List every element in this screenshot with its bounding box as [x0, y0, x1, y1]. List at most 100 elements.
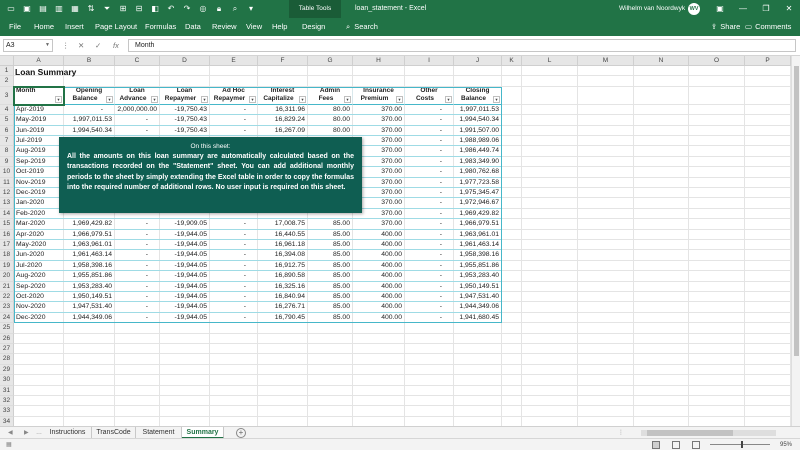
freeze-icon[interactable]: ⊞ [118, 3, 128, 14]
table-cell[interactable]: - [405, 209, 454, 219]
table-cell[interactable]: - [405, 313, 454, 323]
table-cell[interactable]: - [210, 261, 258, 271]
table-cell[interactable]: Dec-2020 [14, 313, 64, 323]
table-header-cell[interactable]: Other Costs ▾ [405, 86, 454, 105]
table-cell[interactable]: May-2019 [14, 115, 64, 125]
table-cell[interactable]: 400.00 [353, 230, 405, 240]
column-header-a[interactable]: A [14, 56, 64, 66]
table-cell[interactable]: 16,890.58 [258, 271, 308, 281]
zoom-level[interactable]: 95% [780, 439, 792, 450]
tab-data[interactable]: Data [185, 18, 201, 36]
table-cell[interactable]: - [405, 146, 454, 156]
chevron-down-icon[interactable]: ▼ [45, 40, 50, 51]
table-cell[interactable]: 1,947,531.40 [64, 302, 115, 312]
table-cell[interactable]: - [210, 302, 258, 312]
row-header-5[interactable]: 5 [0, 115, 14, 126]
table-cell[interactable]: - [64, 105, 115, 115]
sheet-title[interactable]: Loan Summary [15, 67, 76, 77]
row-header-1[interactable]: 1 [0, 66, 14, 77]
table-cell[interactable]: 85.00 [308, 261, 353, 271]
ribbon-display-icon[interactable]: ▣ [710, 0, 730, 18]
table-cell[interactable]: 1,955,851.86 [64, 271, 115, 281]
row-header-22[interactable]: 22 [0, 292, 14, 303]
table-cell[interactable]: 85.00 [308, 271, 353, 281]
filter-dropdown-icon[interactable]: ▾ [249, 95, 256, 103]
table-cell[interactable]: 85.00 [308, 219, 353, 229]
format-icon[interactable]: ◧ [150, 3, 160, 14]
tab-file[interactable]: File [9, 18, 21, 36]
page-break-view-icon[interactable] [692, 441, 700, 449]
table-cell[interactable]: 1,953,283.40 [64, 282, 115, 292]
row-header-10[interactable]: 10 [0, 167, 14, 178]
table-cell[interactable]: 16,276.71 [258, 302, 308, 312]
table-header-cell[interactable]: Admin Fees ▾ [308, 86, 353, 105]
table-cell[interactable]: - [405, 292, 454, 302]
column-header-m[interactable]: M [578, 56, 634, 66]
row-header-21[interactable]: 21 [0, 281, 14, 292]
minimize-icon[interactable]: — [733, 0, 753, 18]
table-cell[interactable]: 16,961.18 [258, 240, 308, 250]
column-header-b[interactable]: B [64, 56, 115, 66]
table-cell[interactable]: -19,944.05 [160, 292, 210, 302]
column-header-g[interactable]: G [308, 56, 353, 66]
table-cell[interactable]: 16,790.45 [258, 313, 308, 323]
table-cell[interactable]: Feb-2020 [14, 209, 64, 219]
column-header-l[interactable]: L [522, 56, 578, 66]
zoom-icon[interactable]: ⌕ [230, 3, 240, 14]
table-cell[interactable]: - [405, 240, 454, 250]
search-box[interactable]: ⌕ Search [346, 18, 378, 36]
table-cell[interactable]: Jun-2019 [14, 126, 64, 136]
row-header-14[interactable]: 14 [0, 208, 14, 220]
row-header-11[interactable]: 11 [0, 177, 14, 188]
table-cell[interactable]: 16,267.09 [258, 126, 308, 136]
table-cell[interactable]: 370.00 [353, 105, 405, 115]
save-icon[interactable]: ▣ [22, 3, 32, 14]
table-cell[interactable]: - [115, 219, 160, 229]
table-cell[interactable]: 1,950,149.51 [64, 292, 115, 302]
table-cell[interactable]: 370.00 [353, 115, 405, 125]
row-header-19[interactable]: 19 [0, 260, 14, 272]
table-cell[interactable]: - [210, 313, 258, 323]
filter-dropdown-icon[interactable]: ▾ [445, 95, 452, 103]
row-header-9[interactable]: 9 [0, 156, 14, 168]
table-cell[interactable]: - [405, 271, 454, 281]
table-header-cell[interactable]: Opening Balance ▾ [64, 86, 115, 105]
table-cell[interactable]: 1,950,149.51 [454, 282, 502, 292]
tab-help[interactable]: Help [272, 18, 287, 36]
row-header-26[interactable]: 26 [0, 333, 14, 344]
table-cell[interactable]: -19,750.43 [160, 115, 210, 125]
avatar[interactable]: WV [688, 3, 700, 15]
table-cell[interactable]: - [210, 105, 258, 115]
table-cell[interactable]: 1,941,680.45 [454, 313, 502, 323]
table-cell[interactable]: -19,750.43 [160, 105, 210, 115]
table-cell[interactable]: - [115, 230, 160, 240]
print-icon[interactable]: ▥ [54, 3, 64, 14]
tab-design[interactable]: Design [302, 18, 325, 36]
table-cell[interactable]: 400.00 [353, 261, 405, 271]
table-cell[interactable]: 1,944,349.06 [64, 313, 115, 323]
redo-icon[interactable]: ↷ [182, 3, 192, 14]
table-cell[interactable]: -19,944.05 [160, 230, 210, 240]
table-cell[interactable]: - [115, 115, 160, 125]
filter-icon[interactable]: ⏷ [102, 3, 112, 14]
table-header-cell[interactable]: Month ▾ [14, 86, 64, 105]
row-header-28[interactable]: 28 [0, 354, 14, 365]
column-header-i[interactable]: I [405, 56, 454, 66]
table-cell[interactable]: 80.00 [308, 126, 353, 136]
table-cell[interactable]: Jan-2020 [14, 198, 64, 208]
camera-icon[interactable]: ◎ [198, 3, 208, 14]
comments-button[interactable]: ▭ Comments [741, 20, 795, 34]
filter-dropdown-icon[interactable]: ▾ [201, 95, 208, 103]
column-header-o[interactable]: O [689, 56, 745, 66]
table-cell[interactable]: 85.00 [308, 250, 353, 260]
table-cell[interactable]: 1,963,961.01 [64, 240, 115, 250]
filter-dropdown-icon[interactable]: ▾ [55, 95, 62, 103]
lock-icon[interactable]: 🔒︎ [214, 3, 224, 14]
table-cell[interactable]: Mar-2020 [14, 219, 64, 229]
table-cell[interactable]: - [210, 230, 258, 240]
table-cell[interactable]: Dec-2019 [14, 188, 64, 198]
table-cell[interactable]: Aug-2019 [14, 146, 64, 156]
row-header-31[interactable]: 31 [0, 385, 14, 396]
table-cell[interactable]: 16,912.75 [258, 261, 308, 271]
name-box[interactable]: A3 ▼ [3, 39, 53, 52]
